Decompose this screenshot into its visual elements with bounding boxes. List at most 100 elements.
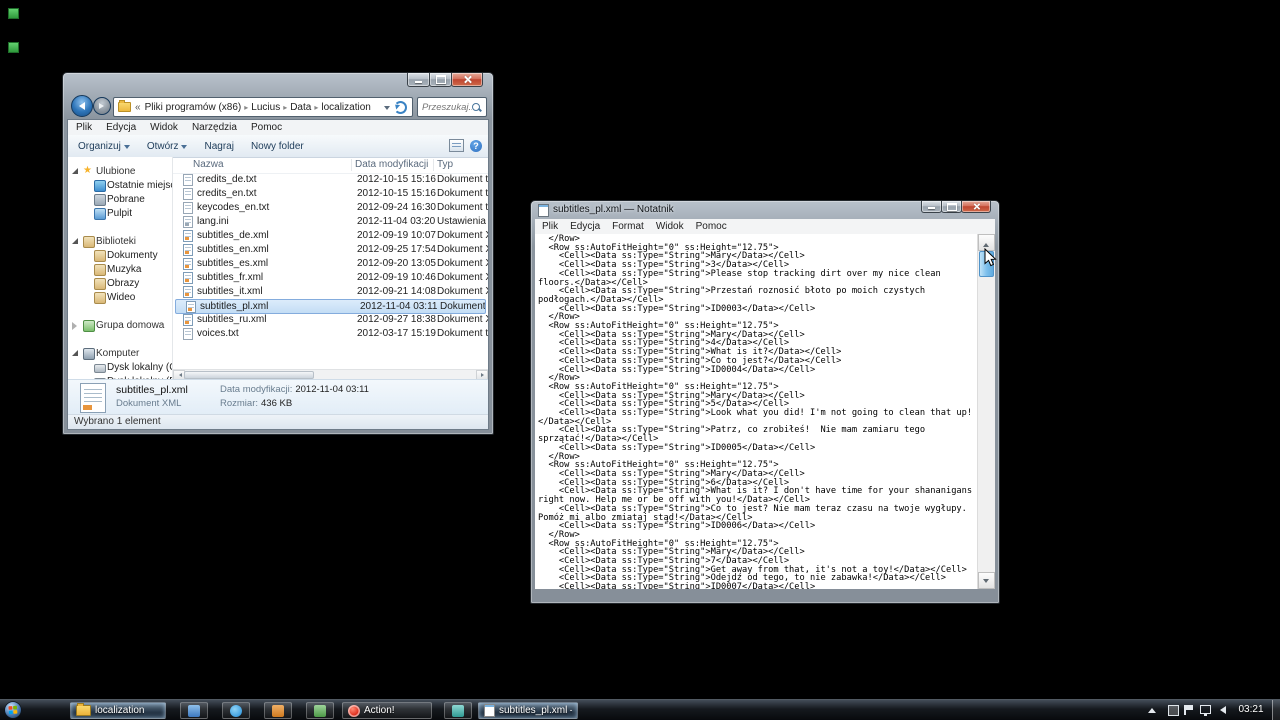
forward-button[interactable] [93, 97, 111, 115]
sidebar-item-recent[interactable]: Ostatnie miejsca [68, 179, 172, 192]
file-list: Nazwa Data modyfikacji Typ credits_de.tx… [172, 157, 488, 380]
scroll-down-icon[interactable] [978, 572, 995, 589]
maximize-button[interactable] [941, 201, 962, 213]
breadcrumb-segment[interactable]: Pliki programów (x86) [142, 102, 245, 113]
taskbar-item-action[interactable]: Action! [342, 702, 432, 719]
column-header-name[interactable]: Nazwa [193, 159, 224, 170]
text-editor[interactable]: </Row> <Row ss:AutoFitHeight="0" ss:Heig… [535, 234, 978, 589]
desktop-icon-1[interactable] [8, 8, 19, 19]
sidebar-item-downloads[interactable]: Pobrane [68, 193, 172, 206]
menu-widok[interactable]: Widok [150, 122, 178, 133]
sidebar-group-computer[interactable]: Komputer [68, 347, 172, 360]
sidebar-item-pictures[interactable]: Obrazy [68, 277, 172, 290]
file-row[interactable]: subtitles_it.xml 2012-09-21 14:08 Dokume… [173, 285, 488, 299]
taskbar-item-pinned-2[interactable] [222, 702, 250, 719]
expander-icon[interactable] [72, 238, 78, 244]
minimize-button[interactable] [921, 201, 942, 213]
close-button[interactable] [451, 73, 483, 87]
show-desktop-button[interactable] [1272, 700, 1280, 720]
selected-file-size: Rozmiar:436 KB [220, 398, 292, 409]
tray-expand-icon[interactable] [1148, 708, 1156, 713]
file-row[interactable]: subtitles_en.xml 2012-09-25 17:54 Dokume… [173, 243, 488, 257]
open-button[interactable]: Otwórz [140, 137, 195, 155]
sidebar-item-videos[interactable]: Wideo [68, 291, 172, 304]
back-button[interactable] [71, 95, 93, 117]
taskbar-item-pinned-3[interactable] [264, 702, 292, 719]
file-row[interactable]: lang.ini 2012-11-04 03:20 Ustawienia kon… [173, 215, 488, 229]
file-row[interactable]: credits_de.txt 2012-10-15 15:16 Dokument… [173, 173, 488, 187]
scrollbar-thumb[interactable] [184, 371, 314, 379]
search-box[interactable] [417, 97, 487, 117]
file-row[interactable]: subtitles_fr.xml 2012-09-19 10:46 Dokume… [173, 271, 488, 285]
column-divider[interactable] [351, 159, 352, 171]
sidebar-group-libraries[interactable]: Biblioteki [68, 235, 172, 248]
column-header-modified[interactable]: Data modyfikacji [355, 159, 428, 170]
sidebar-group-homegroup[interactable]: Grupa domowa [68, 319, 172, 332]
menu-widok[interactable]: Widok [656, 221, 684, 232]
burn-button[interactable]: Nagraj [197, 137, 240, 155]
new-folder-button[interactable]: Nowy folder [244, 137, 311, 155]
file-row[interactable]: subtitles_es.xml 2012-09-20 13:05 Dokume… [173, 257, 488, 271]
sidebar-group-favorites[interactable]: Ulubione [68, 165, 172, 178]
file-row[interactable]: voices.txt 2012-03-17 15:19 Dokument tek… [173, 327, 488, 341]
downloads-icon [94, 194, 106, 206]
menu-edycja[interactable]: Edycja [106, 122, 136, 133]
breadcrumb-overflow-chevron[interactable]: « [135, 102, 141, 113]
desktop-icon-2[interactable] [8, 42, 19, 53]
taskbar-item-explorer[interactable]: localization [70, 702, 166, 719]
sidebar-item-drive-c[interactable]: Dysk lokalny (C:) [68, 361, 172, 374]
organize-button[interactable]: Organizuj [71, 137, 137, 155]
menu-format[interactable]: Format [612, 221, 644, 232]
sidebar-item-music[interactable]: Muzyka [68, 263, 172, 276]
menu-plik[interactable]: Plik [76, 122, 92, 133]
taskbar-item-pinned-4[interactable] [306, 702, 334, 719]
sidebar-group-label: Grupa domowa [96, 319, 164, 332]
clock[interactable]: 03:21 [1232, 700, 1270, 720]
file-modified: 2012-09-25 17:54 [357, 243, 435, 257]
menu-plik[interactable]: Plik [542, 221, 558, 232]
column-header-type[interactable]: Typ [437, 159, 453, 170]
file-type: Dokument tekstowy [437, 327, 488, 341]
taskbar-item-pinned-5[interactable] [444, 702, 472, 719]
breadcrumb-segment[interactable]: localization [318, 102, 373, 113]
breadcrumb-segment[interactable]: Data [287, 102, 314, 113]
column-divider[interactable] [433, 159, 434, 171]
start-button[interactable] [4, 701, 22, 719]
breadcrumb-segment[interactable]: Lucius [248, 102, 283, 113]
file-row[interactable]: subtitles_ru.xml 2012-09-27 18:38 Dokume… [173, 313, 488, 327]
menu-pomoc[interactable]: Pomoc [696, 221, 727, 232]
close-button[interactable] [961, 201, 991, 213]
minimize-button[interactable] [407, 73, 430, 87]
expander-icon[interactable] [72, 322, 77, 330]
views-icon[interactable] [449, 139, 464, 152]
expander-icon[interactable] [72, 350, 78, 356]
address-bar[interactable]: « Pliki programów (x86) ▸ Lucius ▸ Data … [113, 97, 413, 117]
menu-pomoc[interactable]: Pomoc [251, 122, 282, 133]
file-row[interactable]: credits_en.txt 2012-10-15 15:16 Dokument… [173, 187, 488, 201]
vertical-scrollbar[interactable] [977, 234, 995, 589]
search-input[interactable] [418, 102, 472, 113]
file-name: credits_en.txt [197, 187, 349, 201]
maximize-button[interactable] [429, 73, 452, 87]
sidebar-item-desktop[interactable]: Pulpit [68, 207, 172, 220]
network-icon[interactable] [1200, 705, 1211, 714]
file-row[interactable]: subtitles_de.xml 2012-09-19 10:07 Dokume… [173, 229, 488, 243]
refresh-icon[interactable] [394, 101, 407, 114]
taskbar-item-notepad[interactable]: subtitles_pl.xml — N... [478, 702, 578, 719]
address-dropdown-icon[interactable] [384, 106, 390, 113]
action-center-flag-icon[interactable] [1184, 705, 1186, 715]
app-tray-icon[interactable] [1168, 705, 1179, 716]
notepad-client-area: </Row> <Row ss:AutoFitHeight="0" ss:Heig… [535, 234, 995, 589]
menu-edycja[interactable]: Edycja [570, 221, 600, 232]
xml-file-icon [186, 301, 196, 313]
sidebar-item-label: Pulpit [107, 207, 132, 220]
menu-narzedzia[interactable]: Narzędzia [192, 122, 237, 133]
file-row[interactable]: keycodes_en.txt 2012-09-24 16:30 Dokumen… [173, 201, 488, 215]
file-row-selected[interactable]: subtitles_pl.xml 2012-11-04 03:11 Dokume… [175, 299, 486, 314]
help-icon[interactable] [470, 140, 482, 152]
document-text[interactable]: </Row> <Row ss:AutoFitHeight="0" ss:Heig… [535, 234, 978, 589]
volume-icon[interactable] [1216, 706, 1226, 714]
sidebar-item-documents[interactable]: Dokumenty [68, 249, 172, 262]
taskbar-item-pinned-1[interactable] [180, 702, 208, 719]
expander-icon[interactable] [72, 168, 78, 174]
